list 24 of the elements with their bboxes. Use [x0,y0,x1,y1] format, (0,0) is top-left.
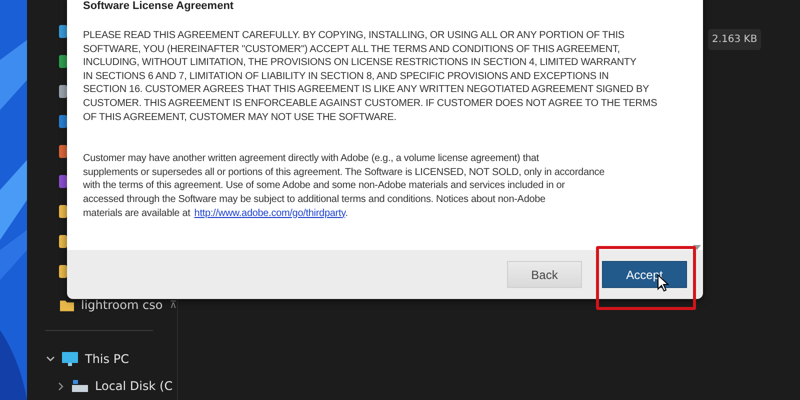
agreement-paragraph: PLEASE READ THIS AGREEMENT CAREFULLY. BY COPYING, INSTALLING, OR USING ALL OR ANY PORTION OF THIS SOFTWARE, YOU (HEREINAFTER "CUSTOMER") ACCEPT ALL THE TERMS AND CONDITIONS OF THIS AGREEMENT, INCLUDING, WITHOUT LIMITATION, THE PROVISIONS ON LICENSE RESTRICTIONS IN SECTION 4, LIMITED WARRANTY IN SECTIONS 6 AND 7, LIMITATION OF LIABILITY IN SECTION 8, AND SPECIFIC PROVISIONS AND EXCEPTIONS IN SECTION 16. CUSTOMER AGREES THAT THIS AGREEMENT IS LIKE ANY WRITTEN NEGOTIATED AGREEMENT SIGNED BY CUSTOMER. THIS AGREEMENT IS ENFORCEABLE AGAINST CUSTOMER. IF CUSTOMER DOES NOT AGREE TO THE TERMS OF THIS AGREEMENT, CUSTOMER MAY NOT USE THE SOFTWARE. [83,29,658,124]
tree-item[interactable]: This PC [85,352,129,366]
app-icon[interactable] [59,24,67,38]
file-size-tooltip: 2.163 KB [708,29,762,50]
app-icon[interactable] [59,54,67,68]
folder-name[interactable]: lightroom cso [81,298,163,312]
app-icon[interactable] [59,144,67,158]
folder-icon [60,298,74,312]
monitor-icon [61,350,79,367]
pin-icon: ⊼ [170,300,177,311]
chevron-icon[interactable] [56,382,65,391]
back-button[interactable]: Back [507,261,582,288]
link[interactable]: http://www.adobe.com/go/thirdparty [194,208,346,219]
app-icon[interactable] [59,114,67,128]
app-icon[interactable] [59,234,67,248]
drive-icon [71,379,89,394]
app-icon[interactable] [59,264,67,278]
scroll-down-icon[interactable] [693,245,701,250]
agreement-paragraph: Customer may have another written agreement directly with Adobe (e.g., a volume license agreement) that supplements or supersedes all or portions of this agreement. The Software is LICENSED, NOT SOLD, only in accordance with the terms of this agreement. Use of some Adobe and some non-Adobe materials and services included in or accessed through the Software may be subject to additional terms and conditions. Notices about non-Adobe materials are available at http://www.adobe.com/go/thirdparty. [83,152,606,220]
chevron-icon[interactable] [46,354,55,364]
dialog-title: Software License Agreement [83,0,235,12]
app-icon[interactable] [59,84,67,98]
app-icon[interactable] [59,204,67,218]
tree-item[interactable]: Local Disk (C [95,379,173,394]
